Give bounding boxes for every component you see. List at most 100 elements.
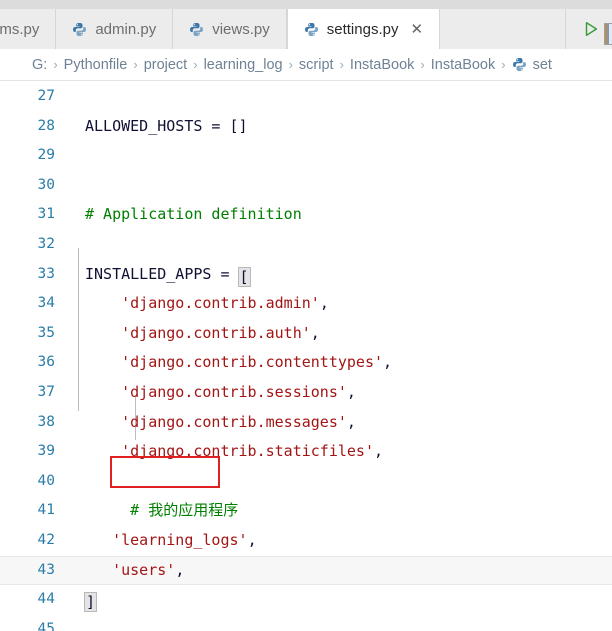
breadcrumb-items: G: › Pythonfile › project › learning_log › scrip… — [32, 57, 512, 73]
code-line[interactable]: 36 'django.contrib.contenttypes', — [0, 348, 612, 378]
code-line[interactable]: 34 'django.contrib.admin', — [0, 289, 612, 319]
line-number: 37 — [37, 383, 55, 400]
code-text: INSTALLED_APPS = [ — [62, 260, 612, 290]
breadcrumb-file[interactable]: set — [512, 57, 552, 73]
code-line[interactable]: 29 — [0, 141, 612, 171]
code-text: 'django.contrib.staticfiles', — [62, 437, 612, 467]
code-line[interactable]: 35 'django.contrib.auth', — [0, 319, 612, 349]
pycharm-editor-window: orms.py admin.py views.py settings.py ✕ G: › P… — [0, 0, 612, 631]
breadcrumb-separator-icon: › — [133, 56, 138, 72]
breadcrumb-separator-icon: › — [420, 56, 425, 72]
code-token: 'learning_logs' — [112, 530, 248, 549]
window-top-strip — [0, 0, 612, 9]
matching-bracket-highlight: [ — [237, 266, 251, 287]
run-triangle-icon[interactable] — [580, 18, 602, 40]
code-text: 'django.contrib.sessions', — [62, 378, 612, 408]
breadcrumb-item-1[interactable]: Pythonfile — [64, 57, 128, 73]
breadcrumb-separator-icon: › — [288, 56, 293, 72]
line-number: 35 — [37, 324, 55, 341]
breadcrumb-item-0[interactable]: G: — [32, 57, 47, 73]
line-number: 30 — [37, 176, 55, 193]
code-line[interactable]: 27 — [0, 82, 612, 112]
code-token: , — [346, 412, 356, 431]
breadcrumb-item-2[interactable]: project — [144, 57, 188, 73]
line-number: 36 — [37, 354, 55, 371]
line-number: 29 — [37, 147, 55, 164]
python-file-icon — [512, 57, 527, 72]
line-number: 42 — [37, 531, 55, 548]
line-number: 39 — [37, 443, 55, 460]
code-line[interactable]: 31 # Application definition — [0, 200, 612, 230]
tab-label: orms.py — [0, 20, 40, 38]
code-line-current[interactable]: 43 'users', — [0, 555, 612, 586]
code-line[interactable]: 28 ALLOWED_HOSTS = [] — [0, 112, 612, 142]
line-number: 33 — [37, 265, 55, 282]
breadcrumb-file-label: set — [532, 56, 552, 73]
line-number: 27 — [37, 88, 55, 104]
code-text: 'learning_logs', — [62, 526, 612, 556]
code-token: , — [175, 560, 185, 579]
line-number: 34 — [37, 295, 55, 312]
code-line[interactable]: 40 — [0, 467, 612, 497]
breadcrumb-item-3[interactable]: learning_log — [204, 57, 283, 73]
code-line[interactable]: 30 — [0, 171, 612, 201]
breadcrumb-item-5[interactable]: InstaBook — [350, 57, 415, 73]
tab-close-icon[interactable]: ✕ — [410, 22, 423, 37]
code-token: , — [247, 530, 257, 549]
code-token: 'users' — [112, 560, 176, 579]
tab-admin-py[interactable]: admin.py — [56, 9, 174, 49]
code-token: ALLOWED_HOSTS = [] — [85, 116, 257, 135]
code-token: # Application definition — [85, 205, 302, 224]
code-line[interactable]: 42 'learning_logs', — [0, 526, 612, 556]
line-number: 43 — [37, 561, 55, 578]
code-token: , — [374, 442, 384, 461]
breadcrumb-separator-icon: › — [501, 56, 506, 72]
code-text: # Application definition — [62, 200, 612, 230]
breadcrumb: G: › Pythonfile › project › learning_log › scrip… — [0, 49, 612, 81]
code-line[interactable]: 33 INSTALLED_APPS = [ — [0, 260, 612, 290]
breadcrumb-item-6[interactable]: InstaBook — [431, 57, 496, 73]
code-lines: 27 28 ALLOWED_HOSTS = [] 29 30 31 # Applicati… — [0, 82, 612, 631]
tab-views-py[interactable]: views.py — [173, 9, 287, 49]
code-token: 'django.contrib.sessions' — [121, 382, 347, 401]
line-number: 40 — [37, 472, 55, 489]
breadcrumb-separator-icon: › — [339, 56, 344, 72]
code-text: 'django.contrib.contenttypes', — [62, 348, 612, 378]
line-number: 41 — [37, 502, 55, 519]
clipped-toolbar-widget[interactable] — [604, 23, 612, 45]
code-line[interactable]: 44] — [0, 585, 612, 615]
code-line[interactable]: 45 — [0, 615, 612, 631]
code-text: 'users', — [62, 557, 612, 585]
python-file-icon — [189, 22, 204, 37]
line-number: 45 — [37, 620, 55, 631]
code-text: # 我的应用程序 — [62, 496, 612, 526]
code-line[interactable]: 41 # 我的应用程序 — [0, 496, 612, 526]
code-token: 'django.contrib.contenttypes' — [121, 353, 384, 372]
code-line[interactable]: 38 'django.contrib.messages', — [0, 408, 612, 438]
line-number: 28 — [37, 117, 55, 134]
code-token: INSTALLED_APPS = — [85, 264, 239, 283]
line-number: 44 — [37, 591, 55, 608]
breadcrumb-item-4[interactable]: script — [299, 57, 334, 73]
code-line[interactable]: 37 'django.contrib.sessions', — [0, 378, 612, 408]
line-number: 31 — [37, 206, 55, 223]
code-text: ] — [62, 585, 612, 615]
breadcrumb-separator-icon: › — [193, 56, 198, 72]
code-line[interactable]: 32 — [0, 230, 612, 260]
tab-settings-py[interactable]: settings.py ✕ — [286, 9, 441, 49]
breadcrumb-separator-icon: › — [53, 56, 58, 72]
code-line[interactable]: 39 'django.contrib.staticfiles', — [0, 437, 612, 467]
code-editor[interactable]: 27 28 ALLOWED_HOSTS = [] 29 30 31 # Applicati… — [0, 82, 612, 631]
tab-forms-py[interactable]: orms.py — [0, 9, 57, 49]
code-token: 'django.contrib.auth' — [121, 323, 311, 342]
matching-bracket-highlight: ] — [84, 592, 98, 613]
